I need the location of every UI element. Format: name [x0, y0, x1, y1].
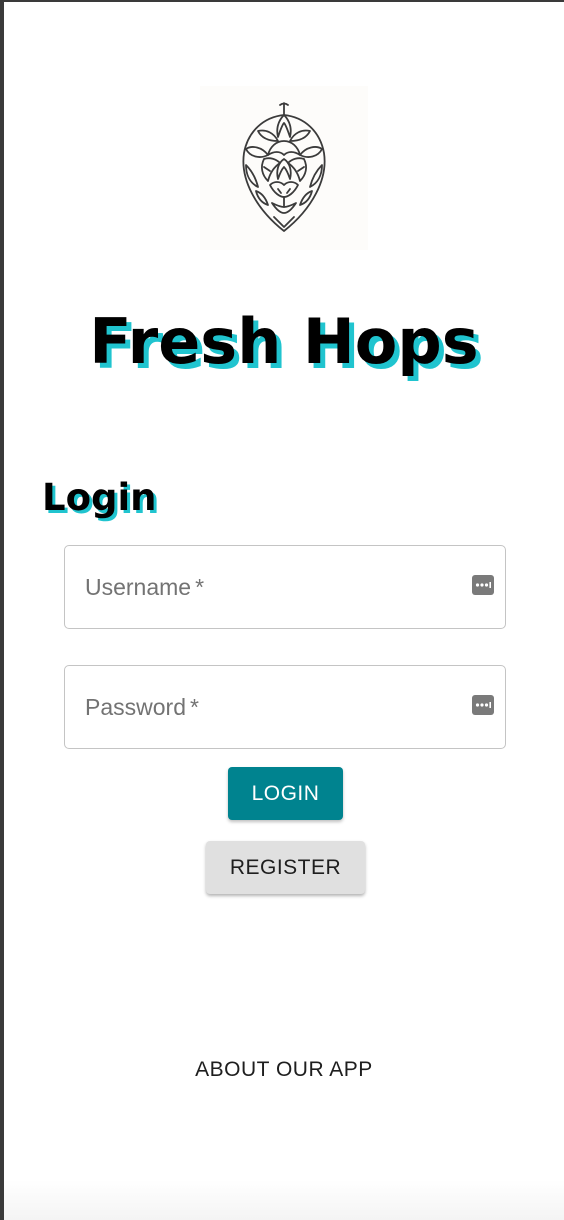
password-manager-key-icon[interactable]	[472, 575, 494, 595]
password-manager-key-icon[interactable]	[472, 695, 494, 715]
password-input[interactable]	[65, 666, 505, 748]
register-button[interactable]: REGISTER	[206, 841, 365, 894]
about-app-link[interactable]: ABOUT OUR APP	[4, 1058, 564, 1082]
hop-logo	[200, 86, 368, 250]
password-field[interactable]: Password *	[64, 665, 506, 749]
login-heading: Login	[42, 476, 157, 519]
hop-cone-icon	[242, 102, 326, 232]
app-title: Fresh Hops	[89, 305, 479, 378]
bottom-edge	[4, 1180, 564, 1220]
app-screen: Fresh Hops Login Username * Password * LOG…	[0, 0, 564, 1220]
username-field[interactable]: Username *	[64, 545, 506, 629]
login-button[interactable]: LOGIN	[228, 767, 343, 820]
username-input[interactable]	[65, 546, 505, 628]
